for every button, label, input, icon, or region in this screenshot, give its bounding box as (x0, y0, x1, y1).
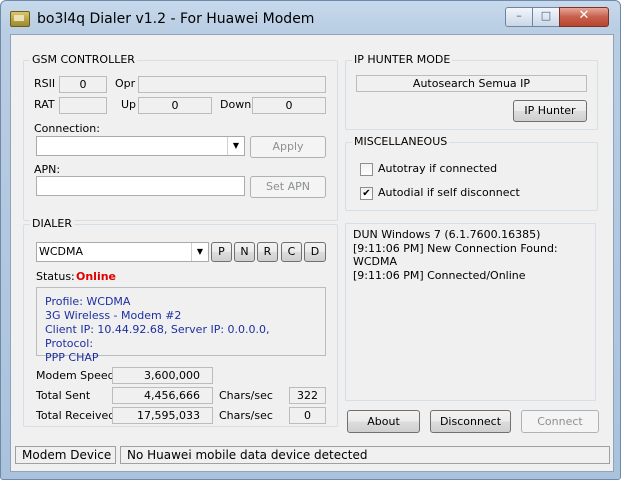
dialer-title: DIALER (30, 217, 74, 230)
mode-d-button[interactable]: D (304, 242, 326, 262)
autotray-label[interactable]: Autotray if connected (378, 162, 497, 175)
modem-speed-value: 3,600,000 (112, 367, 213, 384)
set-apn-button[interactable]: Set APN (250, 176, 326, 198)
received-chars-sec-label: Chars/sec (219, 409, 273, 422)
down-value: 0 (252, 97, 326, 114)
network-mode-select[interactable]: WCDMA ▼ (36, 242, 209, 262)
ip-hunter-group: IP HUNTER MODE Autosearch Semua IP IP Hu… (345, 53, 598, 130)
modem-speed-label: Modem Speed (36, 369, 115, 382)
opr-label: Opr (115, 77, 136, 90)
maximize-button[interactable]: □ (532, 7, 560, 27)
log-line: [9:11:06 PM] Connected/Online (353, 268, 526, 282)
sent-chars-sec-value: 322 (289, 387, 326, 404)
connection-select[interactable]: ▼ (36, 136, 245, 156)
mode-c-button[interactable]: C (281, 242, 302, 262)
dialer-group: DIALER WCDMA ▼ P N R C D Status: Online … (23, 217, 338, 427)
miscellaneous-title: MISCELLANEOUS (352, 135, 450, 148)
info-profile: Profile: WCDMA (45, 295, 131, 308)
mode-n-button[interactable]: N (234, 242, 255, 262)
total-received-value: 17,595,033 (112, 407, 213, 424)
status-bar-message: No Huawei mobile data device detected (120, 446, 610, 464)
rat-value (59, 97, 107, 114)
autodial-label[interactable]: Autodial if self disconnect (378, 186, 520, 199)
apn-label: APN: (34, 163, 61, 176)
apn-input[interactable] (36, 176, 245, 196)
connection-info-box: Profile: WCDMA 3G Wireless - Modem #2 Cl… (36, 287, 326, 364)
info-protocol: PPP CHAP (45, 351, 99, 364)
window-frame: bo3l4q Dialer v1.2 - For Huawei Modem – … (0, 0, 621, 480)
mode-p-button[interactable]: P (211, 242, 232, 262)
mode-r-button[interactable]: R (257, 242, 278, 262)
client-area: GSM CONTROLLER RSII 0 Opr RAT Up 0 Down … (10, 34, 614, 472)
network-mode-value: WCDMA (39, 245, 84, 258)
rat-label: RAT (34, 98, 55, 111)
info-modem: 3G Wireless - Modem #2 (45, 309, 182, 322)
total-sent-label: Total Sent (36, 389, 91, 402)
ip-hunter-title: IP HUNTER MODE (352, 53, 453, 66)
miscellaneous-group: MISCELLANEOUS Autotray if connected ✔ Au… (345, 135, 598, 211)
autotray-check-box[interactable] (360, 163, 373, 176)
title-bar[interactable]: bo3l4q Dialer v1.2 - For Huawei Modem – … (1, 1, 621, 34)
total-received-label: Total Received (36, 409, 116, 422)
gsm-controller-title: GSM CONTROLLER (30, 53, 137, 66)
connection-label: Connection: (34, 122, 100, 135)
opr-value (138, 76, 326, 93)
connect-button[interactable]: Connect (521, 410, 599, 433)
modem-app-icon (10, 11, 30, 27)
info-ip: Client IP: 10.44.92.68, Server IP: 0.0.0… (45, 323, 270, 350)
log-line: DUN Windows 7 (6.1.7600.16385) (353, 228, 541, 241)
window-title: bo3l4q Dialer v1.2 - For Huawei Modem (37, 11, 315, 27)
ip-hunter-mode-value: Autosearch Semua IP (356, 75, 587, 92)
status-bar-device: Modem Device (15, 446, 116, 464)
chevron-down-icon[interactable]: ▼ (191, 243, 208, 261)
connection-log[interactable]: DUN Windows 7 (6.1.7600.16385) [9:11:06 … (345, 223, 596, 401)
rssi-value: 0 (59, 76, 107, 93)
disconnect-button[interactable]: Disconnect (430, 410, 511, 433)
gsm-controller-group: GSM CONTROLLER RSII 0 Opr RAT Up 0 Down … (23, 53, 338, 221)
status-bar: Modem Device No Huawei mobile data devic… (11, 443, 613, 467)
apply-button[interactable]: Apply (250, 136, 326, 158)
status-label: Status: (36, 270, 75, 283)
close-button[interactable]: ✕ (559, 7, 609, 27)
up-label: Up (121, 98, 137, 111)
log-line: [9:11:06 PM] New Connection Found: WCDMA (353, 241, 558, 269)
down-label: Down (220, 98, 252, 111)
about-button[interactable]: About (347, 410, 420, 433)
chevron-down-icon[interactable]: ▼ (227, 137, 244, 155)
connection-status-value: Online (76, 270, 117, 283)
up-value: 0 (138, 97, 212, 114)
minimize-button[interactable]: – (505, 7, 533, 27)
sent-chars-sec-label: Chars/sec (219, 389, 273, 402)
ip-hunter-button[interactable]: IP Hunter (513, 100, 587, 122)
total-sent-value: 4,456,666 (112, 387, 213, 404)
rssi-label: RSII (34, 77, 56, 90)
received-chars-sec-value: 0 (289, 407, 326, 424)
check-icon[interactable]: ✔ (360, 187, 373, 200)
